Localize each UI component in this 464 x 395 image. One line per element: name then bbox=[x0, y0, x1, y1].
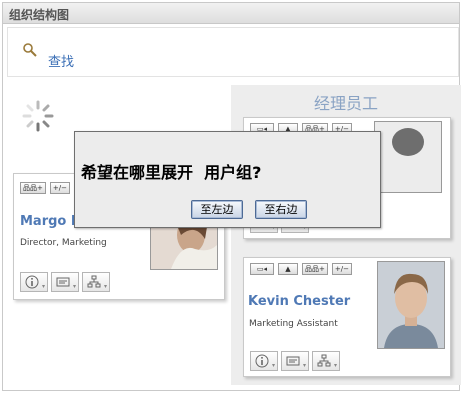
contact-card-icon bbox=[56, 277, 70, 287]
contact-card-icon bbox=[286, 356, 300, 366]
expand-direction-dialog: 希望在哪里展开 用户组? 至左边 至右边 bbox=[74, 131, 381, 228]
info-icon bbox=[25, 275, 39, 289]
employee-photo bbox=[377, 261, 445, 349]
search-bar: 查找 bbox=[7, 27, 459, 77]
search-link[interactable]: 查找 bbox=[48, 51, 74, 70]
employee-title: Marketing Assistant bbox=[249, 319, 338, 329]
toggle-button[interactable]: +/− bbox=[49, 182, 70, 194]
title-bar: 组织结构图 bbox=[3, 3, 459, 24]
loading-spinner-icon bbox=[22, 100, 54, 132]
org-chart-icon bbox=[317, 354, 331, 367]
card-actions: ▾ ▾ ▾ bbox=[20, 272, 110, 292]
info-button[interactable]: ▾ bbox=[250, 351, 278, 371]
up-button[interactable]: ▲ bbox=[278, 263, 298, 275]
manager-panel: 经理员工 ▭◂ ▲ 品品+ +/− ▾ ▾ ▭◂ bbox=[231, 85, 461, 385]
manager-panel-title: 经理员工 bbox=[313, 94, 378, 113]
vcard-button[interactable]: ▾ bbox=[281, 351, 309, 371]
employee-name[interactable]: Kevin Chester bbox=[248, 294, 350, 309]
employee-card-kevin[interactable]: ▭◂ ▲ 品品+ +/− Kevin Chester Marketing Ass… bbox=[243, 257, 451, 377]
expand-left-button[interactable]: 至左边 bbox=[191, 200, 243, 219]
info-button[interactable]: ▾ bbox=[20, 272, 48, 292]
card-toolbar: ▭◂ ▲ 品品+ +/− bbox=[250, 263, 352, 275]
vcard-button[interactable]: ▾ bbox=[51, 272, 79, 292]
expand-right-button[interactable]: 至右边 bbox=[255, 200, 307, 219]
move-button[interactable]: ▭◂ bbox=[250, 263, 274, 275]
org-chart-button[interactable]: ▾ bbox=[312, 351, 340, 371]
window-title: 组织结构图 bbox=[9, 8, 70, 22]
dialog-question: 希望在哪里展开 用户组? bbox=[81, 163, 262, 182]
expand-group-button[interactable]: 品品+ bbox=[302, 263, 328, 275]
search-icon[interactable] bbox=[22, 42, 38, 58]
card-toolbar: 品品+ +/− bbox=[20, 182, 70, 194]
org-chart-window: 组织结构图 查找 品品+ +/− Margo M Director, Marke… bbox=[2, 2, 461, 391]
org-chart-button[interactable]: ▾ bbox=[82, 272, 110, 292]
expand-group-button[interactable]: 品品+ bbox=[20, 182, 46, 194]
employee-title: Director, Marketing bbox=[20, 238, 107, 248]
employee-photo bbox=[374, 121, 442, 193]
toggle-button[interactable]: +/− bbox=[331, 263, 352, 275]
org-chart-icon bbox=[87, 275, 101, 288]
info-icon bbox=[255, 354, 269, 368]
card-actions: ▾ ▾ ▾ bbox=[250, 351, 340, 371]
